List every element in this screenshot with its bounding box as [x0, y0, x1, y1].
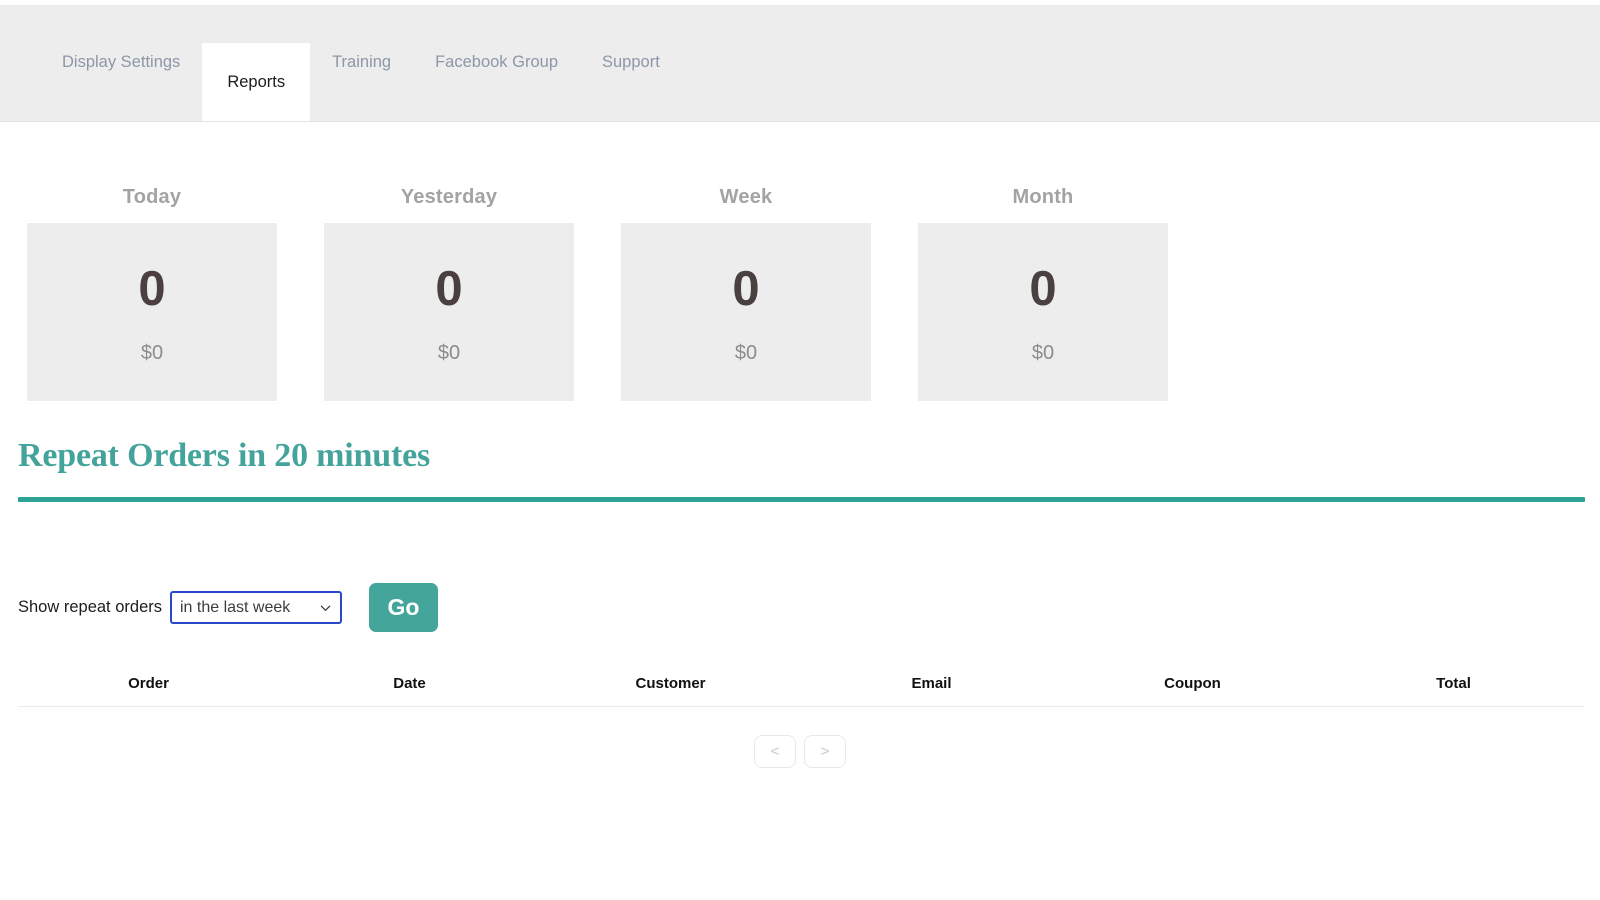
stat-column-today: Today 0 $0	[27, 186, 277, 401]
page-title: Repeat Orders in 20 minutes	[18, 437, 431, 474]
stat-count: 0	[732, 262, 760, 316]
chevron-down-icon	[320, 602, 331, 613]
pagination-prev-button[interactable]: <	[754, 735, 796, 768]
stat-column-month: Month 0 $0	[918, 186, 1168, 401]
stats-row: Today 0 $0 Yesterday 0 $0 Week 0 $0 Mont…	[27, 186, 1567, 401]
filter-label: Show repeat orders	[18, 598, 162, 616]
column-header-date[interactable]: Date	[279, 665, 540, 707]
stat-card-week: 0 $0	[621, 223, 871, 401]
stat-count: 0	[138, 262, 166, 316]
tab-label: Facebook Group	[435, 53, 558, 71]
stat-column-week: Week 0 $0	[621, 186, 871, 401]
pagination-next-button[interactable]: >	[804, 735, 846, 768]
tab-facebook-group[interactable]: Facebook Group	[413, 4, 580, 121]
column-header-order[interactable]: Order	[18, 665, 279, 707]
column-header-customer[interactable]: Customer	[540, 665, 801, 707]
stat-amount: $0	[1031, 342, 1055, 364]
stat-label: Month	[1012, 186, 1074, 208]
pagination: < >	[0, 735, 1600, 768]
tab-strip: Display Settings Reports Training Facebo…	[0, 4, 682, 121]
select-selected-value: in the last week	[180, 598, 291, 616]
stat-card-month: 0 $0	[918, 223, 1168, 401]
tab-training[interactable]: Training	[310, 4, 413, 121]
table-header-row: Order Date Customer Email Coupon Total	[18, 665, 1584, 707]
repeat-orders-table: Order Date Customer Email Coupon Total	[18, 665, 1584, 707]
stat-card-yesterday: 0 $0	[324, 223, 574, 401]
column-header-coupon[interactable]: Coupon	[1062, 665, 1323, 707]
stat-amount: $0	[734, 342, 758, 364]
tab-bar: Display Settings Reports Training Facebo…	[0, 5, 1600, 122]
stat-count: 0	[1029, 262, 1057, 316]
tab-label: Display Settings	[62, 53, 181, 71]
stat-count: 0	[435, 262, 463, 316]
tab-display-settings[interactable]: Display Settings	[0, 4, 202, 121]
stat-column-yesterday: Yesterday 0 $0	[324, 186, 574, 401]
stat-amount: $0	[140, 342, 164, 364]
tab-label: Training	[332, 53, 392, 71]
stat-label: Yesterday	[400, 186, 498, 208]
stat-label: Today	[122, 186, 182, 208]
tab-label: Support	[602, 53, 660, 71]
stat-amount: $0	[437, 342, 461, 364]
repeat-orders-range-select[interactable]: in the last week	[170, 591, 342, 624]
tab-label: Reports	[227, 73, 286, 91]
tab-reports[interactable]: Reports	[202, 43, 311, 121]
table-header: Order Date Customer Email Coupon Total	[18, 665, 1584, 707]
stat-label: Week	[719, 186, 773, 208]
column-header-email[interactable]: Email	[801, 665, 1062, 707]
tab-support[interactable]: Support	[580, 4, 682, 121]
column-header-total[interactable]: Total	[1323, 665, 1584, 707]
section-divider	[18, 497, 1585, 502]
stat-card-today: 0 $0	[27, 223, 277, 401]
filter-row: Show repeat orders in the last week Go	[18, 583, 438, 632]
go-button[interactable]: Go	[369, 583, 438, 632]
